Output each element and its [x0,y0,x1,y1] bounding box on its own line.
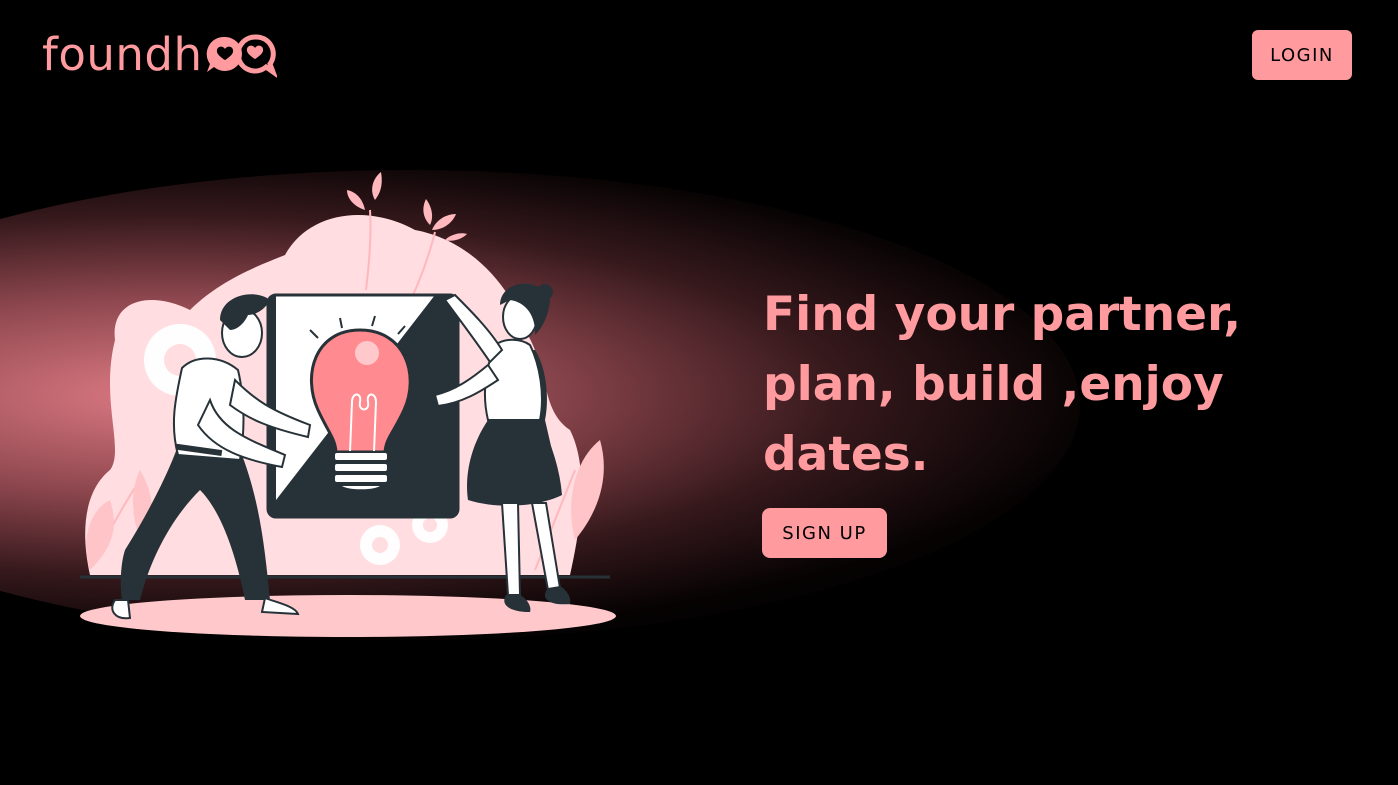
login-button[interactable]: LOGIN [1252,30,1352,80]
couple-holding-lightbulb-illustration [80,172,616,637]
hero-headline: Find your partner, plan, build ,enjoy da… [763,287,1242,482]
logo-text: foundh [42,27,203,81]
sign-up-button[interactable]: SIGN UP [762,508,887,558]
landing-page: foundh LOGIN Find your partner, plan, bu… [0,0,1398,785]
heart-chat-bubbles-icon [206,34,277,78]
logo[interactable]: foundh [42,28,277,80]
